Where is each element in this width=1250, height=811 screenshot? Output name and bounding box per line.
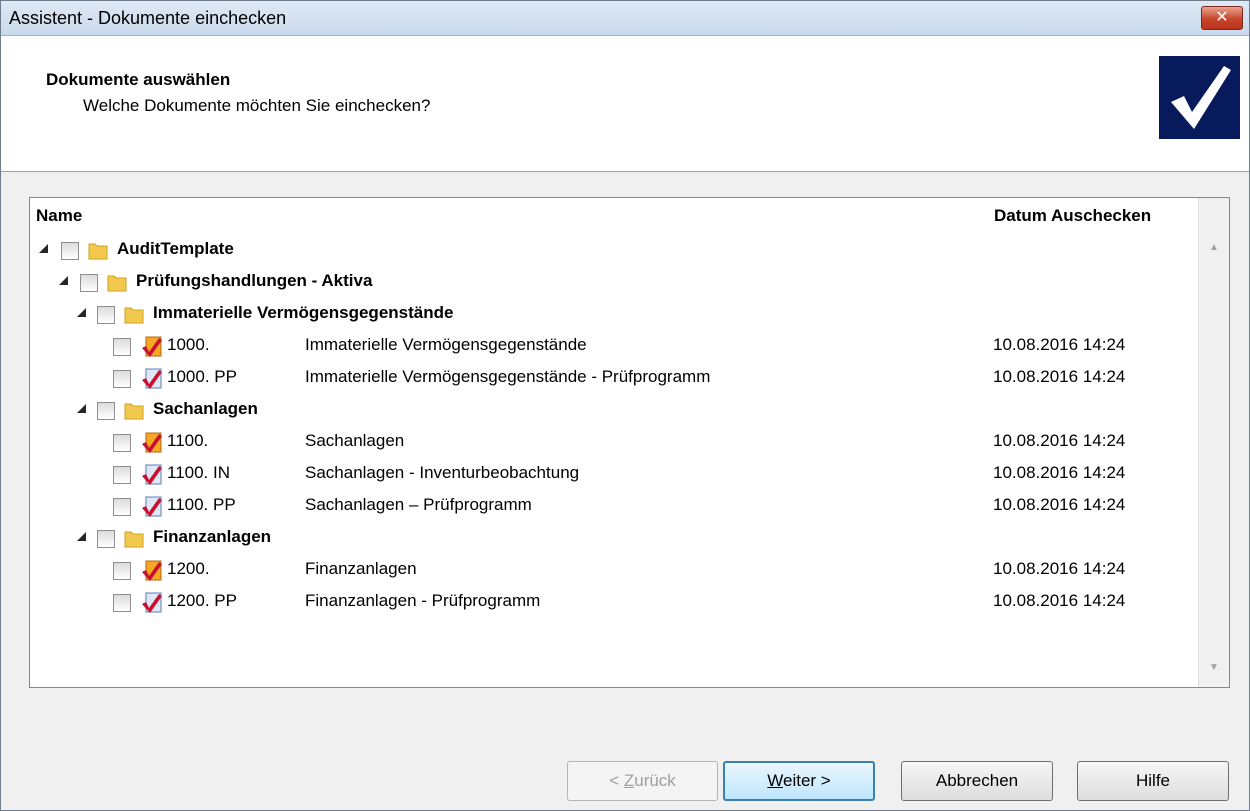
list-item[interactable]: 1100. PP Sachanlagen – Prüfprogramm 10.0… (30, 492, 1197, 524)
tree-node-label: Sachanlagen (153, 399, 258, 418)
checkbox[interactable] (80, 274, 98, 292)
tree-node-root[interactable]: AuditTemplate (30, 236, 1197, 268)
checkout-date: 10.08.2016 14:24 (993, 463, 1126, 482)
tree-node-label: AuditTemplate (117, 239, 234, 258)
tree-node-section[interactable]: Immaterielle Vermögensgegenstände (30, 300, 1197, 332)
document-title: Sachanlagen – Prüfprogramm (305, 495, 532, 514)
folder-icon (123, 527, 145, 549)
tree-node-section[interactable]: Sachanlagen (30, 396, 1197, 428)
list-item[interactable]: 1000. PP Immaterielle Vermögensgegenstän… (30, 364, 1197, 396)
document-checked-out-icon (140, 495, 164, 519)
tree-rows: AuditTemplate Prüfungshandlungen - Aktiv… (30, 236, 1197, 620)
expand-arrow-icon[interactable] (39, 244, 48, 253)
document-number: 1100. (167, 431, 209, 450)
document-title: Sachanlagen (305, 431, 405, 450)
list-item[interactable]: 1200. PP Finanzanlagen - Prüfprogramm 10… (30, 588, 1197, 620)
document-number: 1100. PP (167, 495, 236, 514)
back-button-rest: urück (634, 771, 676, 790)
document-tree[interactable]: Name Datum Auschecken ▲ ▼ AuditTemplate (29, 197, 1230, 688)
document-checked-out-icon (140, 431, 164, 455)
expand-arrow-icon[interactable] (77, 532, 86, 541)
document-title: Immaterielle Vermögensgegenstände - Prüf… (305, 367, 711, 386)
folder-icon (106, 271, 128, 293)
wizard-window: Assistent - Dokumente einchecken ✕ Dokum… (0, 0, 1250, 811)
checkbox[interactable] (113, 562, 131, 580)
document-checked-out-icon (140, 367, 164, 391)
cancel-button[interactable]: Abbrechen (901, 761, 1053, 801)
document-checked-out-icon (140, 463, 164, 487)
column-header-name[interactable]: Name (30, 198, 995, 234)
checkout-date: 10.08.2016 14:24 (993, 591, 1126, 610)
wizard-header: Dokumente auswählen Welche Dokumente möc… (1, 36, 1249, 172)
list-item[interactable]: 1100. Sachanlagen 10.08.2016 14:24 (30, 428, 1197, 460)
title-bar: Assistent - Dokumente einchecken ✕ (1, 1, 1249, 36)
tree-node-group[interactable]: Prüfungshandlungen - Aktiva (30, 268, 1197, 300)
expand-arrow-icon[interactable] (59, 276, 68, 285)
list-item[interactable]: 1200. Finanzanlagen 10.08.2016 14:24 (30, 556, 1197, 588)
checkbox[interactable] (113, 594, 131, 612)
document-title: Immaterielle Vermögensgegenstände (305, 335, 587, 354)
checkbox[interactable] (113, 370, 131, 388)
expand-arrow-icon[interactable] (77, 308, 86, 317)
folder-icon (123, 399, 145, 421)
checkbox[interactable] (61, 242, 79, 260)
checkout-date: 10.08.2016 14:24 (993, 559, 1126, 578)
back-button[interactable]: < Zurück (567, 761, 718, 801)
back-button-prefix: < (609, 771, 624, 790)
help-button[interactable]: Hilfe (1077, 761, 1229, 801)
document-number: 1200. (167, 559, 210, 578)
list-item[interactable]: 1000. Immaterielle Vermögensgegenstände … (30, 332, 1197, 364)
checkbox[interactable] (97, 306, 115, 324)
document-title: Finanzanlagen (305, 559, 417, 578)
close-button[interactable]: ✕ (1201, 6, 1243, 30)
checkbox[interactable] (113, 434, 131, 452)
document-title: Finanzanlagen - Prüfprogramm (305, 591, 541, 610)
close-icon: ✕ (1215, 9, 1229, 26)
tree-node-label: Finanzanlagen (153, 527, 272, 546)
column-header-date[interactable]: Datum Auschecken (990, 198, 1202, 234)
vertical-scrollbar[interactable]: ▲ ▼ (1198, 198, 1229, 687)
folder-icon (123, 303, 145, 325)
tree-node-label: Immaterielle Vermögensgegenstände (153, 303, 454, 322)
checkout-date: 10.08.2016 14:24 (993, 367, 1126, 386)
checkmark-logo-icon (1159, 56, 1240, 139)
tree-node-label: Prüfungshandlungen - Aktiva (136, 271, 373, 290)
back-button-mnemonic: Z (623, 771, 635, 790)
document-number: 1000. PP (167, 367, 237, 386)
next-button-mnemonic: W (767, 771, 783, 790)
document-checked-out-icon (140, 559, 164, 583)
next-button[interactable]: Weiter > (723, 761, 875, 801)
checkbox[interactable] (113, 498, 131, 516)
scroll-down-icon[interactable]: ▼ (1199, 658, 1229, 678)
checkbox[interactable] (97, 402, 115, 420)
document-number: 1000. (167, 335, 210, 354)
checkout-date: 10.08.2016 14:24 (993, 495, 1126, 514)
page-title: Dokumente auswählen (46, 70, 231, 89)
expand-arrow-icon[interactable] (77, 404, 86, 413)
checkbox[interactable] (113, 466, 131, 484)
tree-node-section[interactable]: Finanzanlagen (30, 524, 1197, 556)
checkout-date: 10.08.2016 14:24 (993, 431, 1126, 450)
document-title: Sachanlagen - Inventurbeobachtung (305, 463, 580, 482)
checkout-date: 10.08.2016 14:24 (993, 335, 1126, 354)
document-checked-out-icon (140, 335, 164, 359)
document-number: 1100. IN (167, 463, 231, 482)
scroll-up-icon[interactable]: ▲ (1199, 238, 1229, 258)
folder-icon (87, 239, 109, 261)
next-button-rest: eiter > (783, 771, 831, 790)
checkbox[interactable] (97, 530, 115, 548)
list-item[interactable]: 1100. IN Sachanlagen - Inventurbeobachtu… (30, 460, 1197, 492)
document-number: 1200. PP (167, 591, 237, 610)
page-subtitle: Welche Dokumente möchten Sie einchecken? (83, 96, 431, 115)
window-title: Assistent - Dokumente einchecken (9, 8, 287, 28)
checkbox[interactable] (113, 338, 131, 356)
document-checked-out-icon (140, 591, 164, 615)
